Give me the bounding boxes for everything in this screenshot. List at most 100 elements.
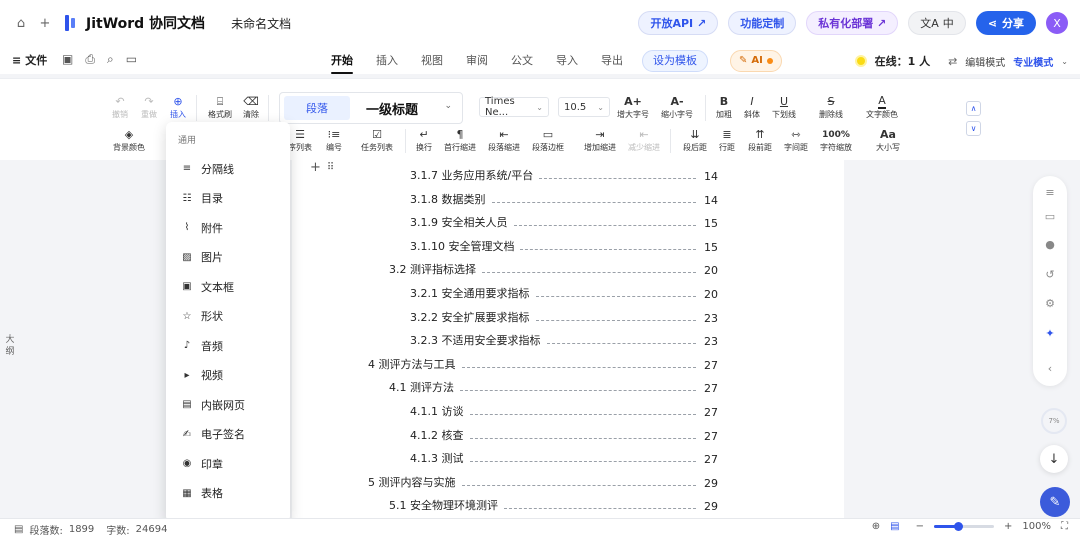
toc-entry[interactable]: 3.1.10 安全管理文档 15 bbox=[410, 236, 718, 254]
insert-menu-item[interactable]: ▣ 文本框 bbox=[166, 272, 290, 302]
tab-insert[interactable]: 插入 bbox=[376, 51, 398, 71]
redo-button[interactable]: ↷ 重做 bbox=[141, 95, 157, 120]
italic-button[interactable]: I 斜体 bbox=[744, 95, 760, 120]
avatar[interactable]: X bbox=[1046, 12, 1068, 34]
set-template-button[interactable]: 设为模板 bbox=[642, 50, 708, 72]
insert-menu-item[interactable]: ▤ 内嵌网页 bbox=[166, 390, 290, 420]
character-scale-button[interactable]: 100% 字符缩放 bbox=[820, 128, 852, 153]
insert-menu-item[interactable]: ☆ 形状 bbox=[166, 302, 290, 332]
toc-entry[interactable]: 3.2.2 安全扩展要求指标 23 bbox=[410, 307, 718, 325]
character-spacing-button[interactable]: ⇿ 字间距 bbox=[784, 128, 808, 153]
edit-mode-select[interactable]: 专业模式 bbox=[1013, 54, 1053, 69]
space-after-button[interactable]: ⇊ 段后距 bbox=[683, 128, 707, 153]
ribbon-scroll-up-icon[interactable]: ∧ bbox=[966, 101, 981, 116]
style-heading-1[interactable]: 一级标题 bbox=[366, 99, 418, 118]
document-page[interactable]: + ⠿ 3.1.7 业务应用系统/平台 14 3.1.8 数据类别 14 3.1.9 安… bbox=[292, 160, 844, 518]
background-color-button[interactable]: ◈ 背景颜色 bbox=[113, 128, 145, 153]
insert-menu-item[interactable]: ⌇ 附件 bbox=[166, 213, 290, 243]
custom-feature-button[interactable]: 功能定制 bbox=[728, 11, 797, 35]
insert-menu-item[interactable]: ◉ 印章 bbox=[166, 449, 290, 479]
toc-entry[interactable]: 3.1.9 安全相关人员 15 bbox=[410, 212, 718, 230]
info-icon[interactable]: ● bbox=[1033, 238, 1067, 251]
toc-entry[interactable]: 4 测评方法与工具 27 bbox=[368, 354, 718, 372]
tab-export[interactable]: 导出 bbox=[601, 51, 623, 71]
underline-button[interactable]: U 下划线 bbox=[772, 95, 796, 120]
zoom-slider[interactable] bbox=[934, 522, 995, 531]
toc-entry[interactable]: 4.1.3 测试 27 bbox=[410, 448, 718, 466]
tab-review[interactable]: 审阅 bbox=[466, 51, 488, 71]
grow-font-button[interactable]: A+ 增大字号 bbox=[617, 95, 649, 120]
paragraph-indent-button[interactable]: ⇤ 段落缩进 bbox=[488, 128, 520, 153]
save-icon[interactable]: ▣ bbox=[62, 52, 73, 67]
page-view-icon[interactable]: ▤ bbox=[890, 521, 899, 532]
text-color-button[interactable]: A 文字颜色 bbox=[866, 95, 898, 120]
share-button[interactable]: ⋖ 分享 bbox=[975, 11, 1036, 35]
magic-wand-icon[interactable]: ✦ bbox=[1033, 327, 1067, 340]
increase-indent-button[interactable]: ⇥ 增加缩进 bbox=[584, 128, 616, 153]
insert-menu-item[interactable]: ▸ 视频 bbox=[166, 361, 290, 391]
toc-entry[interactable]: 3.2.1 安全通用要求指标 20 bbox=[410, 283, 718, 301]
present-icon[interactable]: ▭ bbox=[126, 52, 137, 67]
globe-icon[interactable]: ⊕ bbox=[872, 521, 880, 532]
print-icon[interactable]: ⎙ bbox=[85, 52, 95, 67]
toc-entry[interactable]: 5.1 安全物理环境测评 29 bbox=[389, 495, 718, 513]
insert-menu-item[interactable]: ▨ 图片 bbox=[166, 243, 290, 273]
settings-icon[interactable]: ⚙ bbox=[1033, 297, 1067, 310]
numbering-button[interactable]: ⁝≡ 编号 bbox=[326, 128, 342, 153]
toc-entry[interactable]: 3.2.3 不适用安全要求指标 23 bbox=[410, 330, 718, 348]
toc-entry[interactable]: 4.1.1 访谈 27 bbox=[410, 401, 718, 419]
toc-entry[interactable]: 4.1.2 核查 27 bbox=[410, 425, 718, 443]
new-tab-icon[interactable]: + bbox=[36, 14, 54, 32]
search-icon[interactable]: ⌕ bbox=[107, 52, 114, 67]
zoom-slider-handle[interactable] bbox=[953, 522, 963, 531]
drag-handle-icon[interactable]: ⠿ bbox=[327, 160, 334, 175]
decrease-indent-button[interactable]: ⇤ 减少缩进 bbox=[628, 128, 660, 153]
tab-start[interactable]: 开始 bbox=[331, 51, 353, 74]
private-deploy-button[interactable]: 私有化部署 ↗ bbox=[806, 11, 899, 35]
clear-format-button[interactable]: ⌫ 清除 bbox=[243, 95, 259, 120]
line-break-button[interactable]: ↵ 换行 bbox=[416, 128, 432, 153]
comment-icon[interactable]: ▭ bbox=[1033, 210, 1067, 223]
open-api-button[interactable]: 开放API ↗ bbox=[638, 11, 719, 35]
shrink-font-button[interactable]: A- 缩小字号 bbox=[661, 95, 693, 120]
toc-entry[interactable]: 3.1.8 数据类别 14 bbox=[410, 189, 718, 207]
line-spacing-button[interactable]: ≣ 行距 bbox=[719, 128, 735, 153]
bold-button[interactable]: B 加粗 bbox=[716, 95, 732, 120]
ribbon-scroll-down-icon[interactable]: ∨ bbox=[966, 121, 981, 136]
document-title[interactable]: 未命名文档 bbox=[231, 15, 291, 32]
insert-menu-item[interactable]: ▦ 表格 bbox=[166, 479, 290, 509]
ai-assistant-button[interactable]: ✎ bbox=[1040, 487, 1070, 517]
history-icon[interactable]: ↺ bbox=[1033, 268, 1067, 281]
change-case-button[interactable]: Aa 大小写 bbox=[876, 128, 900, 153]
file-menu[interactable]: ≡ 文件 bbox=[12, 52, 47, 68]
zoom-out-icon[interactable]: − bbox=[916, 521, 924, 532]
fullscreen-icon[interactable]: ⛶ bbox=[1061, 521, 1068, 532]
collapse-icon[interactable]: ‹ bbox=[1033, 362, 1067, 375]
style-paragraph[interactable]: 段落 bbox=[284, 96, 350, 120]
zoom-level[interactable]: 100% bbox=[1022, 521, 1051, 532]
chevron-down-icon[interactable]: ⌄ bbox=[444, 101, 452, 111]
paragraph-border-button[interactable]: ▭ 段落边框 bbox=[532, 128, 564, 153]
style-gallery[interactable]: 段落 一级标题 ⌄ bbox=[279, 92, 463, 124]
tab-official[interactable]: 公文 bbox=[511, 51, 533, 71]
ordered-list-button[interactable]: ☰ 序列表 bbox=[288, 128, 312, 153]
font-size-select[interactable]: 10.5 ⌄ bbox=[558, 97, 610, 117]
ai-button[interactable]: ✎ AI bbox=[730, 50, 782, 72]
space-before-button[interactable]: ⇈ 段前距 bbox=[748, 128, 772, 153]
toc-entry[interactable]: 3.1.7 业务应用系统/平台 14 bbox=[410, 165, 718, 183]
font-family-select[interactable]: Times Ne... ⌄ bbox=[479, 96, 549, 118]
insert-menu-item[interactable]: ≡ 分隔线 bbox=[166, 154, 290, 184]
toc-entry[interactable]: 3.2 测评指标选择 20 bbox=[389, 259, 718, 277]
outline-panel-toggle[interactable]: 大纲 bbox=[4, 334, 16, 358]
toc-entry[interactable]: 4.1 测评方法 27 bbox=[389, 377, 718, 395]
task-list-button[interactable]: ☑ 任务列表 bbox=[361, 128, 393, 153]
block-handle[interactable]: + ⠿ bbox=[310, 160, 334, 175]
insert-menu-item[interactable]: ☷ 目录 bbox=[166, 184, 290, 214]
home-icon[interactable]: ⌂ bbox=[12, 14, 30, 32]
zoom-in-icon[interactable]: + bbox=[1004, 521, 1012, 532]
toc-entry[interactable]: 5 测评内容与实施 29 bbox=[368, 472, 718, 490]
strikethrough-button[interactable]: S 删除线 bbox=[819, 95, 843, 120]
add-block-icon[interactable]: + bbox=[310, 160, 321, 175]
language-switch-button[interactable]: 文A 中 bbox=[908, 11, 966, 35]
insert-button[interactable]: ⊕ 插入 bbox=[170, 95, 186, 120]
